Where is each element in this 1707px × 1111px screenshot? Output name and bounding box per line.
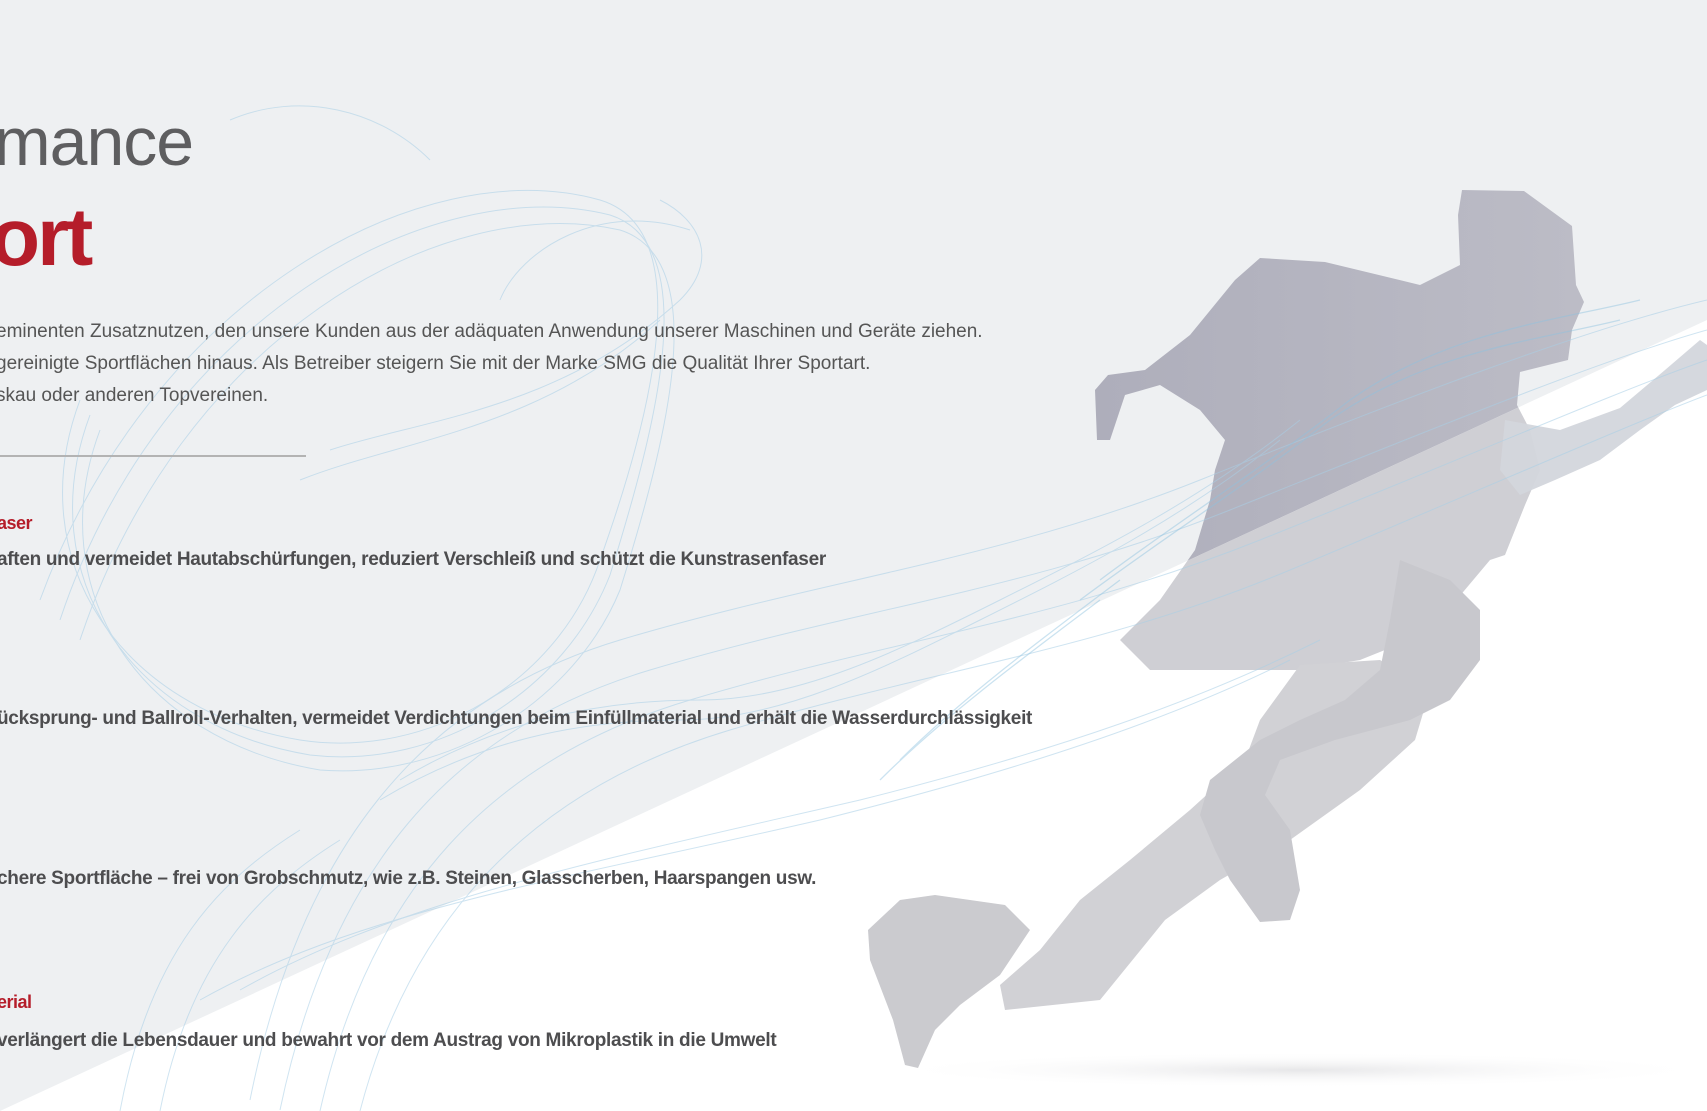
- benefit-heading: aser: [0, 513, 33, 533]
- benefit-text: verlängert die Lebensdauer und bewahrt v…: [0, 1030, 777, 1051]
- page-title-line-1: mance: [0, 104, 194, 180]
- intro-line: eminenten Zusatznutzen, den unsere Kunde…: [0, 321, 983, 342]
- benefit-text: chere Sportfläche – frei von Grobschmutz…: [0, 868, 817, 889]
- page-title-line-2: ort: [0, 192, 93, 283]
- section-divider: [0, 455, 306, 457]
- benefit-heading: erial: [0, 992, 32, 1012]
- intro-paragraph: eminenten Zusatznutzen, den unsere Kunde…: [0, 316, 983, 412]
- intro-line: gereinigte Sportflächen hinaus. Als Betr…: [0, 353, 871, 374]
- brochure-page: mance ort eminenten Zusatznutzen, den un…: [0, 0, 1707, 1111]
- intro-line: skau oder anderen Topvereinen.: [0, 385, 269, 406]
- runner-shadow: [880, 1052, 1707, 1088]
- benefit-text: aften und vermeidet Hautabschürfungen, r…: [0, 549, 826, 570]
- benefit-text: ücksprung- und Ballroll-Verhalten, verme…: [0, 708, 1033, 729]
